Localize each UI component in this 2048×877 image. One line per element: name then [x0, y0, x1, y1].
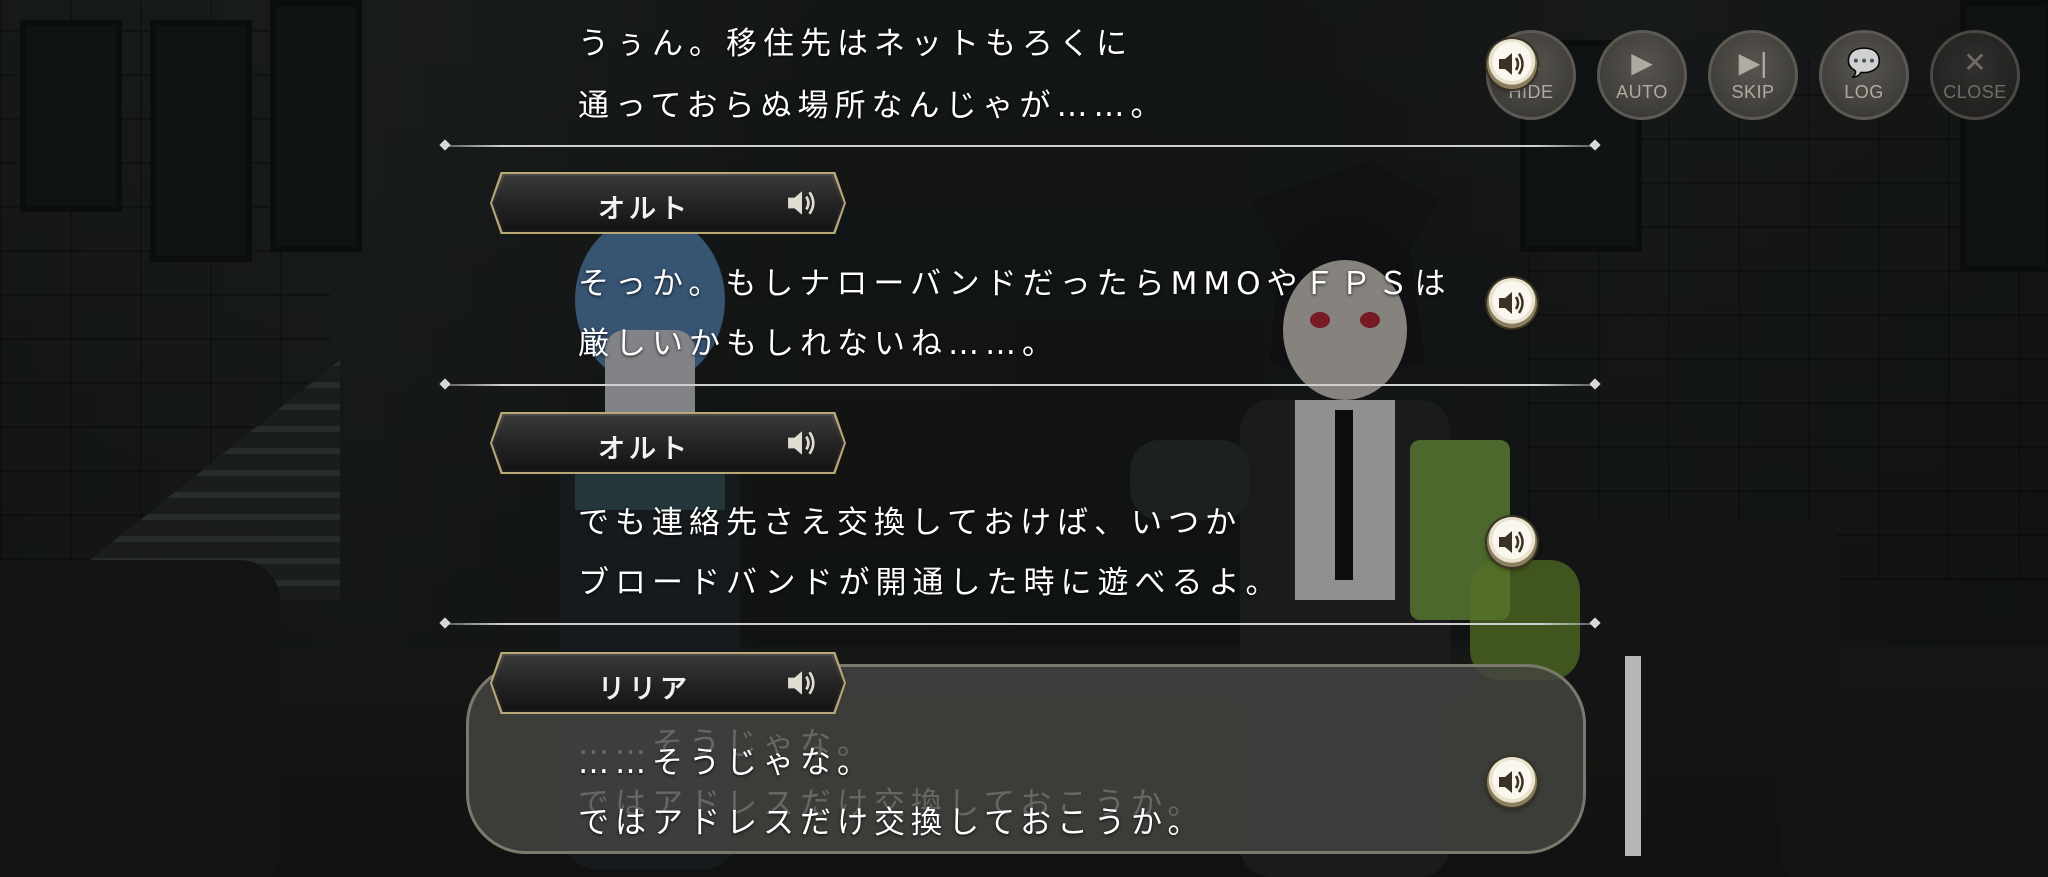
- log-entry-2-line-1: ブロードバンドが開通した時に遊べるよ。: [578, 565, 1283, 601]
- skip-icon: ▶|: [1738, 47, 1768, 78]
- auto-button[interactable]: ▶ AUTO: [1597, 30, 1687, 120]
- auto-label: AUTO: [1616, 82, 1668, 102]
- speaker-icon: [1499, 531, 1524, 553]
- chat-icon: 💬: [1846, 47, 1882, 78]
- message-line-1: ではアドレスだけ交換しておこうか。: [578, 805, 1205, 841]
- speaker-name: オルト: [598, 194, 691, 225]
- speaker-icon: [1499, 292, 1524, 314]
- speaker-name: オルト: [598, 434, 691, 465]
- log-entry-1-line-1: 厳しいかもしれないね……。: [578, 326, 1059, 362]
- play-icon: ▶: [1631, 47, 1653, 78]
- speaker-icon: [1499, 771, 1524, 793]
- log-entry-2-line-0: でも連絡先さえ交換しておけば、いつか: [578, 505, 1243, 541]
- speaker-icon: [788, 431, 815, 455]
- speaker-icon: [1499, 53, 1524, 75]
- log-entry-1-line-0: そっか。もしナローバンドだったらMMOやＦＰＳは: [578, 266, 1452, 302]
- log-button[interactable]: 💬 LOG: [1819, 30, 1909, 120]
- voice-replay-button-1[interactable]: [1487, 278, 1537, 328]
- close-button[interactable]: ✕ CLOSE: [1930, 30, 2020, 120]
- log-scrollbar[interactable]: [1625, 656, 1641, 856]
- log-entry-0-line-0: うぅん。移住先はネットもろくに: [578, 26, 1133, 62]
- voice-replay-button-0[interactable]: [1487, 39, 1537, 89]
- close-icon: ✕: [1963, 47, 1987, 78]
- divider: [445, 623, 1595, 625]
- message-line-0: ……そうじゃな。: [578, 745, 874, 781]
- log-label: LOG: [1844, 82, 1884, 102]
- speaker-icon: [788, 671, 815, 695]
- close-label: CLOSE: [1943, 82, 2007, 102]
- voice-replay-button-3[interactable]: [1487, 757, 1537, 807]
- skip-label: SKIP: [1731, 82, 1775, 102]
- speaker-icon: [788, 191, 815, 215]
- divider: [445, 145, 1595, 147]
- log-entry-0-line-1: 通っておらぬ場所なんじゃが……。: [578, 88, 1168, 124]
- voice-replay-button-2[interactable]: [1487, 517, 1537, 567]
- skip-button[interactable]: ▶| SKIP: [1708, 30, 1798, 120]
- speaker-name: リリア: [598, 674, 691, 705]
- divider: [445, 384, 1595, 386]
